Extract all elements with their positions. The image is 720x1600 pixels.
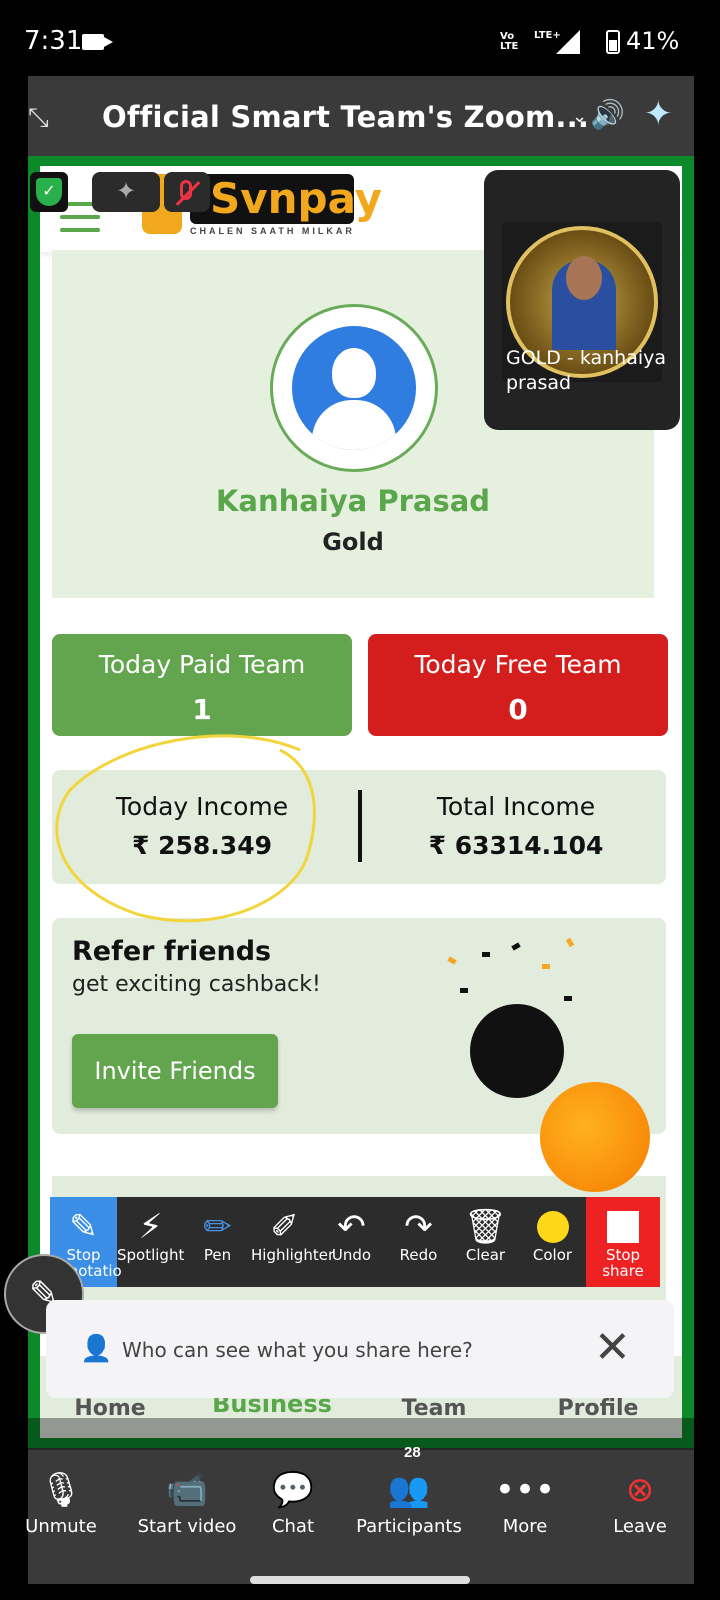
- status-bar: 7:31 Vo LTE LTE+ 41%: [0, 0, 720, 76]
- today-paid-team-card[interactable]: Today Paid Team 1: [52, 634, 352, 736]
- redo-button[interactable]: ↷ Redo: [385, 1197, 452, 1287]
- highlighter-icon: ✐: [270, 1207, 299, 1247]
- leave-icon: ⊗: [625, 1470, 655, 1510]
- unmute-button[interactable]: 🎙 Unmute: [6, 1470, 116, 1537]
- minimize-icon[interactable]: ⤡: [28, 102, 60, 134]
- shield-icon[interactable]: ✓: [30, 172, 68, 212]
- user-shield-icon: 👤: [80, 1334, 113, 1364]
- color-button[interactable]: Color: [519, 1197, 586, 1287]
- speaker-icon[interactable]: 🔊: [590, 98, 625, 131]
- today-free-team-card[interactable]: Today Free Team 0: [368, 634, 668, 736]
- status-time: 7:31: [24, 26, 83, 56]
- undo-button[interactable]: ↶ Undo: [318, 1197, 385, 1287]
- volte-indicator: Vo LTE: [500, 31, 519, 52]
- invite-friends-button[interactable]: Invite Friends: [72, 1034, 278, 1108]
- total-income: Total Income ₹ 63314.104: [428, 792, 604, 860]
- notice-text[interactable]: Who can see what you share here?: [122, 1338, 473, 1362]
- stop-share-button[interactable]: Stop share: [586, 1197, 660, 1287]
- profile-rank: Gold: [322, 528, 384, 556]
- avatar: [270, 304, 438, 472]
- participant-name: GOLD - kanhaiya prasad: [506, 347, 667, 394]
- more-icon: •••: [494, 1470, 556, 1510]
- chevron-down-icon[interactable]: ⌄: [572, 106, 587, 127]
- color-dot-icon: [536, 1211, 569, 1243]
- spotlight-icon: ⚡: [138, 1207, 163, 1247]
- chat-button[interactable]: 💬 Chat: [238, 1470, 348, 1537]
- battery-percent: 41%: [626, 27, 680, 55]
- mic-off-icon: 🎙: [39, 1470, 83, 1510]
- share-visibility-notice: 👤 Who can see what you share here? ✕: [46, 1300, 674, 1398]
- undo-icon: ↶: [337, 1207, 366, 1247]
- video-camera-icon: [82, 34, 113, 50]
- refer-subtitle: get exciting cashback!: [72, 972, 321, 997]
- spotlight-button[interactable]: ⚡ Spotlight: [117, 1197, 184, 1287]
- bomb-illustration: [470, 1004, 564, 1098]
- home-indicator[interactable]: [250, 1576, 470, 1584]
- highlighter-button[interactable]: ✐ Highlighter: [251, 1197, 334, 1287]
- meeting-title[interactable]: Official Smart Team's Zoom...: [102, 100, 589, 134]
- mic-off-icon[interactable]: [164, 172, 210, 212]
- ai-companion-icon[interactable]: ✦: [644, 94, 673, 134]
- yellow-annotation-circle: [55, 734, 316, 923]
- participants-icon: 👥: [387, 1470, 431, 1510]
- refer-title: Refer friends: [72, 936, 272, 967]
- participants-button[interactable]: 👥 Participants: [344, 1470, 474, 1537]
- zoom-bottom-bar: 🎙 Unmute 📹 Start video 💬 Chat 👥 Participants…: [25, 1450, 695, 1584]
- redo-icon: ↷: [404, 1207, 433, 1247]
- zoom-meeting-header: ⤡ Official Smart Team's Zoom... ⌄ 🔊 ✦: [28, 76, 694, 156]
- annotation-toolbar: ✎ Stop annotatio ⚡ Spotlight ✏ Pen ✐ Highlig…: [50, 1197, 660, 1287]
- speaker-video-tile[interactable]: GOLD - kanhaiya prasad: [484, 170, 680, 430]
- leave-button[interactable]: ⊗ Leave: [585, 1470, 695, 1537]
- start-video-button[interactable]: 📹 Start video: [122, 1470, 252, 1537]
- chat-icon: 💬: [271, 1470, 315, 1510]
- cashback-orb-icon[interactable]: [540, 1082, 650, 1192]
- video-off-icon: 📹: [165, 1470, 209, 1510]
- pen-button[interactable]: ✏ Pen: [184, 1197, 251, 1287]
- close-icon[interactable]: ✕: [594, 1322, 631, 1373]
- stop-icon: [607, 1211, 639, 1243]
- pencil-icon: ✎: [69, 1207, 98, 1247]
- signal-icon: [556, 30, 580, 54]
- sparkle-icon[interactable]: ✦: [92, 172, 160, 212]
- overlay-shadow: [28, 1418, 694, 1452]
- pen-icon: ✏: [203, 1207, 232, 1247]
- profile-name: Kanhaiya Prasad: [215, 484, 491, 518]
- more-button[interactable]: ••• More: [470, 1470, 580, 1537]
- trash-icon: 🗑: [463, 1207, 508, 1247]
- clear-button[interactable]: 🗑 Clear: [452, 1197, 519, 1287]
- battery-icon: [606, 30, 620, 54]
- participant-count-badge: 28: [404, 1444, 421, 1461]
